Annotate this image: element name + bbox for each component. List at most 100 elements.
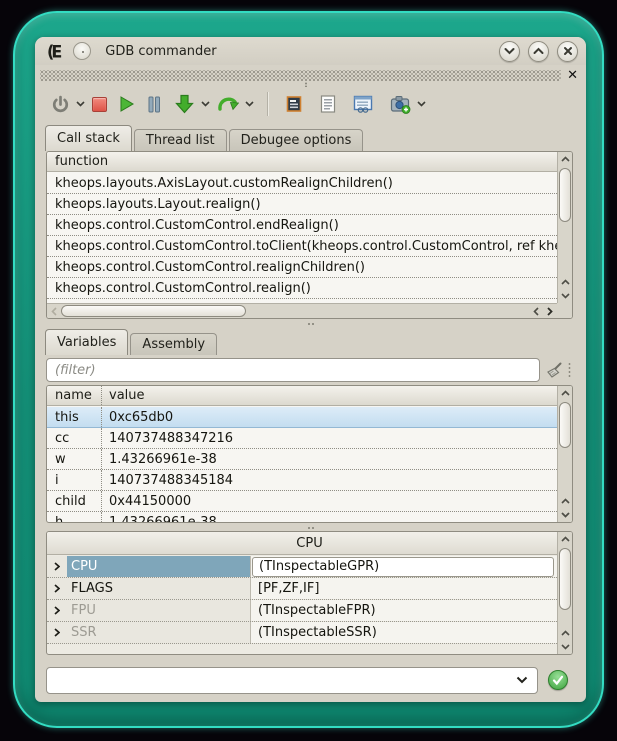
stop-icon <box>92 97 107 112</box>
scroll-left-button[interactable] <box>529 304 543 318</box>
power-button[interactable] <box>51 95 70 114</box>
cpu-chip-icon <box>285 95 303 113</box>
chevron-up-icon <box>561 279 570 285</box>
scrollbar-thumb[interactable] <box>559 168 571 222</box>
step-into-dropdown-button[interactable] <box>201 101 210 107</box>
cpu-view-button[interactable] <box>285 95 303 113</box>
vertical-scrollbar[interactable] <box>557 532 572 654</box>
scroll-up-button[interactable] <box>558 152 572 166</box>
command-combobox[interactable] <box>46 667 538 694</box>
callstack-row[interactable]: kheops.layouts.Layout.realign() <box>47 194 557 215</box>
callstack-row[interactable]: kheops.layouts.AxisLayout.customRealignC… <box>47 173 557 194</box>
scrollbar-thumb[interactable] <box>559 548 571 610</box>
close-icon <box>563 46 573 56</box>
stop-button[interactable] <box>92 97 107 112</box>
callstack-row[interactable]: kheops.control.CustomControl.realignChil… <box>47 257 557 278</box>
chevron-up-icon <box>561 390 570 396</box>
expand-chevron-icon[interactable] <box>47 584 67 593</box>
close-button[interactable] <box>557 41 578 62</box>
cpu-register-row[interactable]: FLAGS [PF,ZF,IF] <box>47 578 557 600</box>
confirm-button[interactable] <box>548 670 568 690</box>
tab[interactable]: Call stack <box>45 125 132 151</box>
scroll-up-button[interactable] <box>558 532 572 546</box>
pause-icon <box>147 96 161 113</box>
variable-row[interactable]: this 0xc65db0 <box>47 407 557 428</box>
snapshot-dropdown-button[interactable] <box>417 101 426 107</box>
tab[interactable]: Thread list <box>134 129 227 151</box>
debug-toolbar <box>35 85 586 123</box>
watch-window-icon <box>353 95 373 113</box>
scrollbar-corner <box>557 303 572 318</box>
callstack-tabbar: Call stackThread listDebugee options <box>45 125 365 151</box>
chevron-up-icon <box>561 156 570 162</box>
name-column-header[interactable]: name <box>47 386 102 405</box>
variable-row[interactable]: i 140737488345184 <box>47 470 557 491</box>
cpu-register-row[interactable]: CPU (TInspectableGPR) <box>47 556 557 578</box>
vertical-scrollbar[interactable] <box>557 152 572 303</box>
cpu-register-list: CPU (TInspectableGPR) FLAGS [PF,ZF,IF] <box>47 556 557 654</box>
scrollbar-thumb[interactable] <box>559 402 571 448</box>
expand-chevron-icon[interactable] <box>47 606 67 615</box>
power-dropdown-button[interactable] <box>76 101 85 107</box>
scroll-right-button[interactable] <box>543 304 557 318</box>
step-over-button[interactable] <box>217 94 239 114</box>
panel-grip[interactable] <box>568 362 571 378</box>
scroll-down-button[interactable] <box>558 640 572 654</box>
app-logo-icon: (E <box>47 41 59 61</box>
minimize-button[interactable] <box>499 41 520 62</box>
cpu-register-row[interactable]: FPU (TInspectableFPR) <box>47 600 557 622</box>
scroll-up-button-2[interactable] <box>558 275 572 289</box>
variable-row[interactable]: h 1.43266961e-38 <box>47 512 557 522</box>
tab[interactable]: Variables <box>45 329 128 355</box>
output-list-button[interactable] <box>320 95 336 113</box>
camera-add-icon <box>390 95 411 114</box>
watch-window-button[interactable] <box>353 95 373 113</box>
dock-grip-texture[interactable] <box>40 70 561 81</box>
step-into-arrow-icon <box>174 94 195 114</box>
variable-row[interactable]: w 1.43266961e-38 <box>47 449 557 470</box>
variables-panel: name value this 0xc65db0 cc 140737488347… <box>46 385 573 523</box>
scrollbar-thumb[interactable] <box>61 305 246 317</box>
filter-placeholder: (filter) <box>55 363 96 378</box>
value-column-header[interactable]: value <box>102 388 145 403</box>
callstack-row[interactable]: kheops.control.CustomControl.endRealign(… <box>47 215 557 236</box>
dock-close-icon[interactable]: ✕ <box>567 69 578 82</box>
scroll-down-button[interactable] <box>558 508 572 522</box>
filter-input[interactable]: (filter) <box>46 358 540 382</box>
callstack-row[interactable]: kheops.control.CustomControl.toClient(kh… <box>47 236 557 257</box>
variable-row[interactable]: child 0x44150000 <box>47 491 557 512</box>
vertical-scrollbar[interactable] <box>557 386 572 522</box>
run-button[interactable] <box>118 95 135 113</box>
tab[interactable]: Assembly <box>130 333 217 355</box>
horizontal-scrollbar[interactable] <box>47 303 557 318</box>
splitter-grip[interactable] <box>307 322 315 327</box>
cpu-register-row[interactable]: SSR (TInspectableSSR) <box>47 622 557 644</box>
step-over-arrow-icon <box>217 94 239 114</box>
step-over-dropdown-button[interactable] <box>245 101 254 107</box>
window-menu-button[interactable] <box>73 42 91 60</box>
chevron-down-icon <box>516 676 528 684</box>
chevron-left-icon <box>51 307 57 316</box>
snapshot-button[interactable] <box>390 95 411 114</box>
command-row <box>46 666 573 694</box>
step-into-button[interactable] <box>174 94 195 114</box>
filter-row: (filter) <box>46 357 573 383</box>
maximize-button[interactable] <box>528 41 549 62</box>
scroll-up-button-2[interactable] <box>558 626 572 640</box>
clear-filter-button[interactable] <box>540 358 566 382</box>
pause-button[interactable] <box>147 96 161 113</box>
tab[interactable]: Debugee options <box>229 129 364 151</box>
titlebar[interactable]: (E GDB commander <box>35 37 586 65</box>
scroll-left-button-disabled[interactable] <box>47 304 61 318</box>
dock-grip-bar[interactable]: ✕ <box>35 65 586 85</box>
expand-chevron-icon[interactable] <box>47 628 67 637</box>
callstack-column-header[interactable]: function <box>47 152 557 172</box>
expand-chevron-icon[interactable] <box>47 562 67 571</box>
callstack-row[interactable]: kheops.control.CustomControl.realign() <box>47 278 557 299</box>
variables-column-header[interactable]: name value <box>47 386 557 406</box>
scroll-up-button[interactable] <box>558 386 572 400</box>
variable-row[interactable]: cc 140737488347216 <box>47 428 557 449</box>
scroll-up-button-2[interactable] <box>558 494 572 508</box>
titlebar-buttons <box>499 41 578 62</box>
scroll-down-button[interactable] <box>558 289 572 303</box>
